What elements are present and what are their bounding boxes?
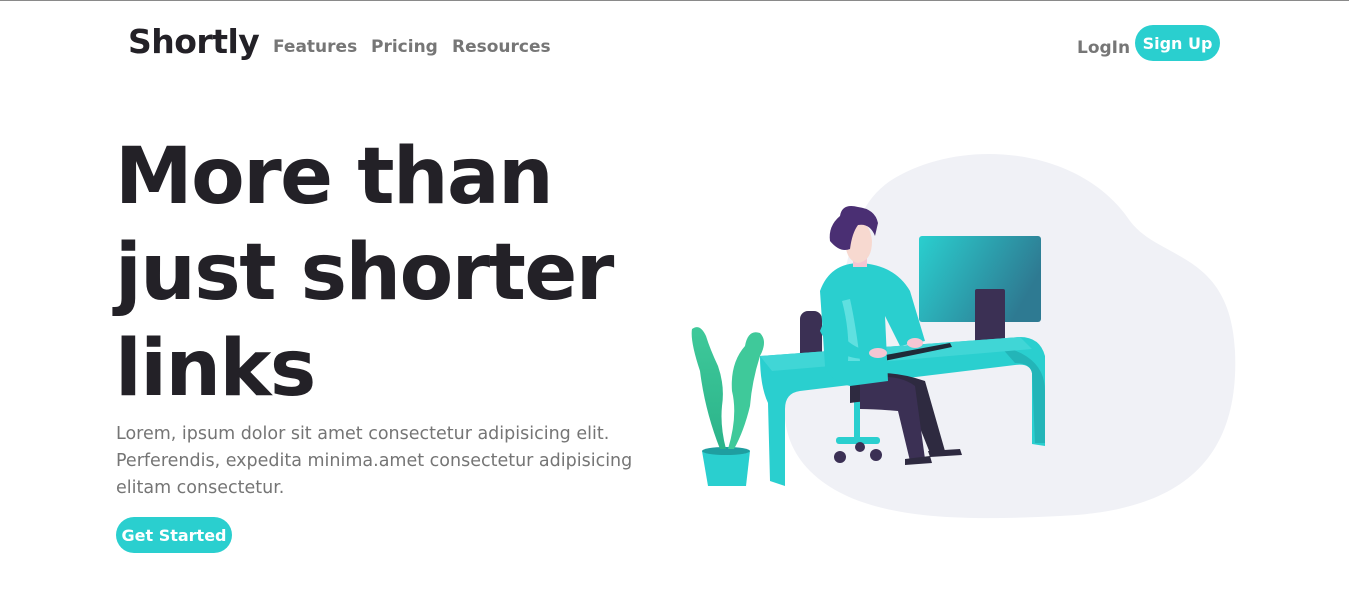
hero-description: Lorem, ipsum dolor sit amet consectetur …	[116, 421, 676, 502]
hero-title-line: just shorter	[115, 228, 614, 318]
signup-button[interactable]: Sign Up	[1135, 25, 1220, 61]
hero-description-line: Lorem, ipsum dolor sit amet consectetur …	[116, 424, 610, 444]
hero-title-line: links	[115, 324, 316, 414]
person-working-at-desk-icon	[691, 154, 1236, 519]
hero-title-line: More than	[115, 132, 554, 222]
nav-link-resources[interactable]: Resources	[452, 37, 551, 57]
person-working-illustration	[660, 141, 1260, 541]
get-started-button[interactable]: Get Started	[116, 517, 232, 553]
hero-description-line: Perferendis, expedita minima.amet consec…	[116, 451, 633, 471]
login-link[interactable]: LogIn	[1077, 38, 1130, 58]
nav-link-pricing[interactable]: Pricing	[371, 37, 438, 57]
brand-logo[interactable]: Shortly	[128, 22, 260, 61]
hero-description-line: elitam consectetur.	[116, 478, 285, 498]
hero-title: More than just shorter links	[115, 129, 675, 417]
nav-link-features[interactable]: Features	[273, 37, 357, 57]
top-navigation: Shortly Features Pricing Resources LogIn…	[0, 1, 1349, 91]
